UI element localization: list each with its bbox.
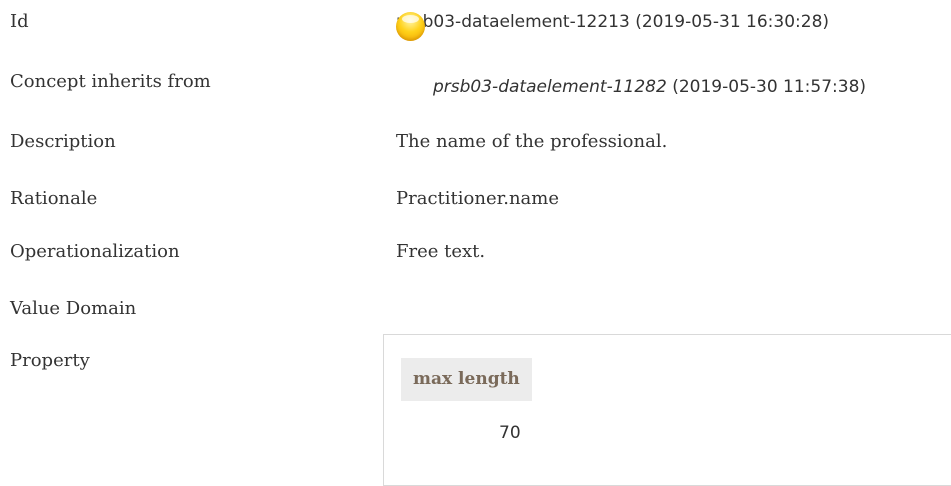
max-length-value: 70	[499, 423, 521, 443]
value-domain-label: Value Domain	[10, 298, 137, 319]
inherits-link[interactable]: prsb03-dataelement-11282	[433, 77, 667, 97]
id-value: prsb03-dataelement-12213 (2019-05-31 16:…	[396, 12, 830, 32]
yellow-orb-icon	[396, 12, 425, 41]
inherits-label: Concept inherits from	[10, 71, 211, 92]
inherits-date: (2019-05-30 11:57:38)	[666, 77, 867, 97]
description-value: The name of the professional.	[396, 131, 668, 152]
property-table: max length 70	[383, 334, 951, 486]
rationale-value: Practitioner.name	[396, 188, 559, 209]
max-length-header: max length	[401, 358, 532, 401]
description-label: Description	[10, 131, 116, 152]
operationalization-label: Operationalization	[10, 241, 180, 262]
rationale-label: Rationale	[10, 188, 98, 209]
id-label: Id	[10, 11, 29, 32]
operationalization-value: Free text.	[396, 241, 486, 262]
property-label: Property	[10, 350, 90, 371]
inherits-value: prsb03-dataelement-11282 (2019-05-30 11:…	[433, 76, 866, 97]
